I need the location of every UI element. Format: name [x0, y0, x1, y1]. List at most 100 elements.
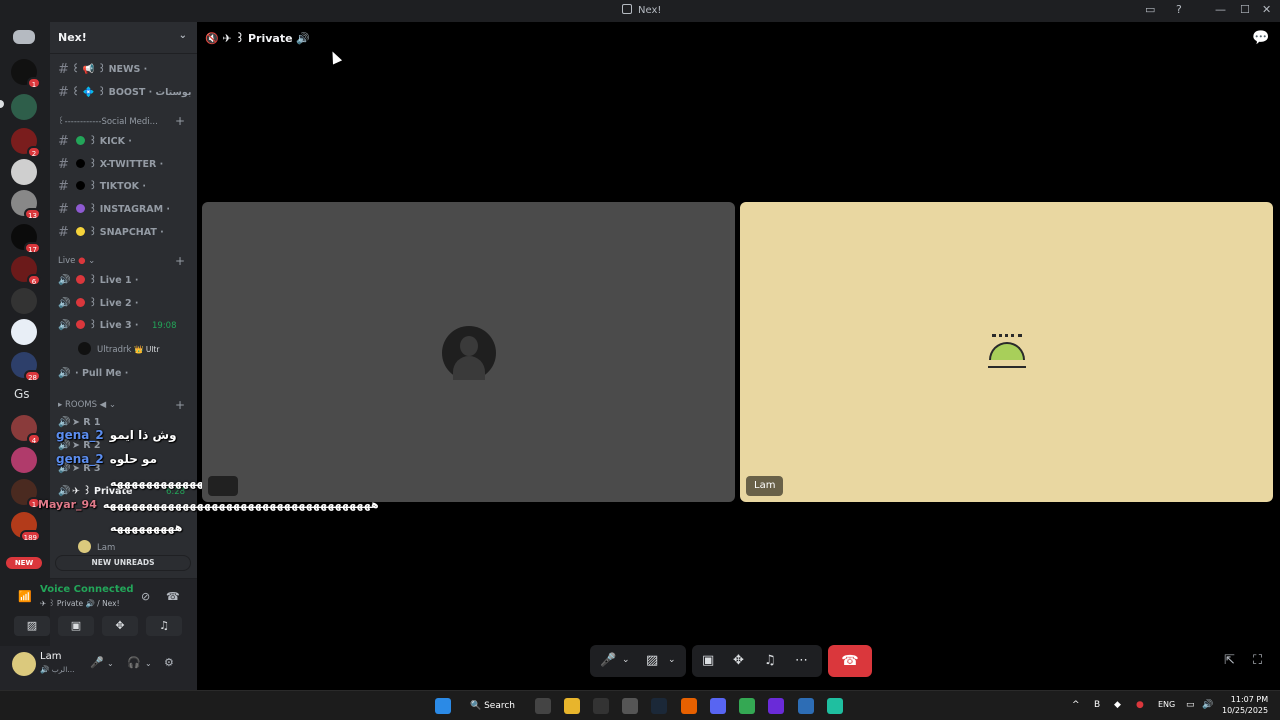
server-icon[interactable]	[11, 288, 37, 314]
video-tile[interactable]	[202, 202, 735, 502]
guild-header[interactable]: Nex! ⌄	[50, 22, 197, 54]
avatar	[986, 332, 1028, 372]
language-indicator[interactable]: ENG	[1158, 700, 1175, 709]
hash-icon: #	[58, 202, 69, 217]
signal-icon[interactable]: 📶	[18, 590, 32, 603]
microphone-icon[interactable]: 🎤	[90, 656, 104, 669]
app-icon[interactable]	[827, 698, 843, 714]
discord-icon[interactable]	[710, 698, 726, 714]
voice-channel-name[interactable]: ✈ ꒱ Private 🔊 / Nex!	[40, 598, 120, 608]
live-duration: 19:08	[152, 321, 177, 331]
voice-channel-live-2[interactable]: 🔊 ꒱ Live 2 ·	[58, 297, 139, 315]
category-live[interactable]: Live ● ⌄ +	[58, 254, 185, 268]
soundboard-icon[interactable]: ♫	[764, 653, 776, 668]
server-icon[interactable]: 1	[11, 59, 41, 89]
share-screen-button[interactable]: ▣	[58, 616, 94, 636]
server-icon[interactable]: 189	[11, 512, 41, 542]
channel-news[interactable]: # ꒰ 📢 ꒱ NEWS ·	[58, 62, 147, 80]
voice-channel-live-1[interactable]: 🔊 ꒱ Live 1 ·	[58, 274, 139, 292]
disconnect-icon[interactable]: ☎	[166, 590, 180, 603]
channel-x-twitter[interactable]: # ꒱ X-TWITTER ·	[58, 157, 163, 175]
username[interactable]: Lam	[40, 651, 61, 662]
channel-instagram[interactable]: # ꒱ INSTAGRAM ·	[58, 202, 170, 220]
noise-suppression-icon[interactable]: ⊘	[141, 590, 150, 603]
server-icon[interactable]	[11, 159, 37, 185]
video-tile[interactable]: Lam	[740, 202, 1273, 502]
steam-icon[interactable]	[651, 698, 667, 714]
voice-member[interactable]: Ultradrk 👑 Ultr	[78, 342, 159, 355]
microphone-icon[interactable]: ●	[1136, 700, 1144, 710]
camera-off-button[interactable]: ▨	[14, 616, 50, 636]
firefox-icon[interactable]	[681, 698, 697, 714]
network-icon[interactable]: ▭	[1186, 700, 1195, 710]
hash-icon: #	[58, 134, 69, 149]
server-icon[interactable]: 13	[11, 190, 41, 220]
server-icon[interactable]	[11, 319, 37, 345]
category-social-media[interactable]: ꒰------------Social Medi... +	[58, 114, 185, 128]
activities-button[interactable]: ✥	[102, 616, 138, 636]
tray-icon[interactable]: B	[1094, 700, 1100, 710]
minimize-button[interactable]: —	[1215, 3, 1226, 16]
fullscreen-icon[interactable]: ⛶	[1253, 653, 1262, 668]
category-rooms[interactable]: ▸ ROOMS ◀ ⌄ +	[58, 398, 185, 412]
share-screen-icon[interactable]: ▣	[702, 653, 714, 668]
voice-channel-pull-me[interactable]: 🔊 · Pull Me ·	[58, 368, 128, 386]
help-icon[interactable]: ?	[1176, 3, 1182, 16]
screen-share-icon[interactable]: ▭	[1145, 3, 1155, 16]
chrome-icon[interactable]	[739, 698, 755, 714]
chevron-down-icon[interactable]: ⌄	[668, 655, 676, 665]
camera-off-icon[interactable]: ▨	[646, 653, 658, 668]
channel-boost[interactable]: # ꒰ 💠 ꒱ BOOST · بوستات	[58, 85, 191, 103]
soundboard-button[interactable]: ♫	[146, 616, 182, 636]
app-icon[interactable]	[622, 698, 638, 714]
chat-icon[interactable]: 💬	[1252, 30, 1269, 46]
channel-snapchat[interactable]: # ꒱ SNAPCHAT ·	[58, 225, 164, 243]
headphones-icon[interactable]: 🎧	[127, 656, 141, 669]
add-channel-icon[interactable]: +	[175, 254, 185, 268]
voice-member[interactable]: Lam	[78, 540, 115, 553]
channel-tiktok[interactable]: # ꒱ TIKTOK ·	[58, 179, 146, 197]
participant-name: Lam	[746, 476, 784, 496]
task-view-icon[interactable]	[535, 698, 551, 714]
taskbar-search[interactable]: 🔍 Search	[470, 696, 522, 716]
activities-icon[interactable]: ✥	[733, 653, 744, 668]
server-icon[interactable]: 4	[11, 415, 41, 445]
add-channel-icon[interactable]: +	[175, 398, 185, 412]
voice-status[interactable]: Voice Connected	[40, 584, 134, 595]
next-app-icon[interactable]	[768, 698, 784, 714]
server-icon[interactable]: 2	[11, 128, 41, 158]
disconnect-button[interactable]: ☎	[828, 645, 872, 677]
gear-icon[interactable]: ⚙	[164, 656, 174, 669]
add-channel-icon[interactable]: +	[175, 114, 185, 128]
voice-channel-live-3[interactable]: 🔊 ꒱ Live 3 ·	[58, 319, 139, 337]
new-unreads-button[interactable]: NEW UNREADS	[56, 556, 190, 570]
microphone-icon[interactable]: 🎤	[600, 653, 616, 668]
maximize-button[interactable]: ☐	[1240, 3, 1250, 16]
server-icon[interactable]: 6	[11, 256, 41, 286]
volume-icon[interactable]: 🔊	[1202, 700, 1213, 710]
windows-start-icon[interactable]	[435, 698, 451, 714]
chevron-down-icon[interactable]: ⌄	[145, 659, 152, 668]
chevron-down-icon[interactable]: ⌄	[107, 659, 114, 668]
server-icon[interactable]	[11, 94, 37, 120]
server-gs[interactable]: Gs	[14, 387, 30, 401]
system-clock[interactable]: 11:07 PM 10/25/2025	[1222, 694, 1268, 716]
avatar[interactable]	[12, 652, 36, 676]
pop-out-icon[interactable]: ⇱	[1224, 653, 1235, 668]
chevron-down-icon[interactable]: ⌄	[622, 655, 630, 665]
server-icon[interactable]: 1	[11, 479, 41, 509]
server-icon[interactable]	[11, 447, 37, 473]
server-icon[interactable]: 17	[11, 224, 41, 254]
new-indicator[interactable]: NEW	[6, 557, 42, 569]
close-button[interactable]: ✕	[1262, 3, 1271, 16]
tray-icon[interactable]: ◆	[1114, 700, 1121, 710]
file-explorer-icon[interactable]	[564, 698, 580, 714]
mention-badge: 189	[19, 530, 41, 542]
more-icon[interactable]: ⋯	[795, 653, 808, 668]
epic-games-icon[interactable]	[593, 698, 609, 714]
channel-kick[interactable]: # ꒱ KICK ·	[58, 134, 132, 152]
discord-home-icon[interactable]	[13, 30, 35, 44]
tray-overflow-icon[interactable]: ^	[1072, 700, 1080, 710]
app-icon[interactable]	[798, 698, 814, 714]
server-icon[interactable]: 28	[11, 352, 41, 382]
